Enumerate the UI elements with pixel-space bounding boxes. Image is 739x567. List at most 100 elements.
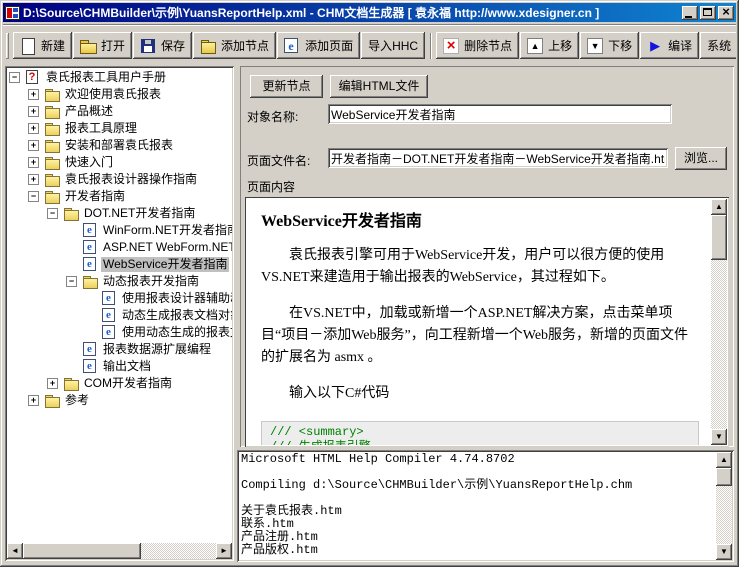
help-book-icon: ? <box>26 70 38 84</box>
tree-item[interactable]: + COM开发者指南 <box>7 375 232 392</box>
tree-item[interactable]: + 安装和部署袁氏报表 <box>7 137 232 154</box>
tree-item-label[interactable]: WinForm.NET开发者指南 <box>101 223 232 238</box>
tree-item-label[interactable]: 动态报表开发指南 <box>101 274 201 289</box>
tree-item[interactable]: + 快速入门 <box>7 154 232 171</box>
toolbar-button-add-node[interactable]: 添加节点 <box>193 32 276 59</box>
toolbar-button-import-hhc[interactable]: 导入HHC <box>361 32 425 59</box>
toolbar-button-new[interactable]: 新建 <box>13 32 72 59</box>
tree-item-label[interactable]: 快速入门 <box>63 155 115 170</box>
expand-plus-icon[interactable]: + <box>28 174 39 185</box>
edit-html-button[interactable]: 编辑HTML文件 <box>330 75 428 98</box>
tree-item[interactable]: + 参考 <box>7 392 232 409</box>
scrollbar-thumb[interactable] <box>711 215 727 260</box>
browse-button[interactable]: 浏览... <box>675 147 727 170</box>
folder-icon <box>45 155 61 170</box>
tree-item-label[interactable]: 产品概述 <box>63 104 115 119</box>
tree-item[interactable]: e使用动态生成的报表文档 <box>7 324 232 341</box>
tree-item-label[interactable]: 欢迎使用袁氏报表 <box>63 87 163 102</box>
html-page-icon: e <box>83 257 96 271</box>
content-vertical-scrollbar[interactable]: ▲ ▼ <box>711 199 727 445</box>
expand-plus-icon[interactable]: + <box>28 395 39 406</box>
tree-item-label[interactable]: DOT.NET开发者指南 <box>82 206 197 221</box>
up-arrow-icon: ▲ <box>527 38 543 54</box>
folder-icon <box>45 138 61 153</box>
tree-item-label[interactable]: 袁氏报表设计器操作指南 <box>63 172 199 187</box>
tree-item-label[interactable]: 动态生成报表文档对象 <box>120 308 232 323</box>
scroll-up-icon[interactable]: ▲ <box>716 452 732 468</box>
tree-item-label[interactable]: 输出文档 <box>101 359 153 374</box>
toolbar-button-save[interactable]: 保存 <box>133 32 192 59</box>
tree-item[interactable]: + 欢迎使用袁氏报表 <box>7 86 232 103</box>
tree-item[interactable]: eWinForm.NET开发者指南 <box>7 222 232 239</box>
scrollbar-thumb[interactable] <box>716 468 732 486</box>
scroll-left-icon[interactable]: ◄ <box>7 543 23 559</box>
tree-item[interactable]: − DOT.NET开发者指南 <box>7 205 232 222</box>
toolbar-button-compile[interactable]: ▶编译 <box>640 32 699 59</box>
collapse-minus-icon[interactable]: − <box>28 191 39 202</box>
expand-plus-icon[interactable]: + <box>47 378 58 389</box>
tree-item[interactable]: e WebService开发者指南 <box>7 256 232 273</box>
content-code-block: /// <summary> /// 生成报表引擎 <box>261 421 699 445</box>
tree-item-label[interactable]: 安装和部署袁氏报表 <box>63 138 175 153</box>
page-file-input[interactable] <box>328 148 668 168</box>
scroll-down-icon[interactable]: ▼ <box>711 429 727 445</box>
tree-item[interactable]: + 报表工具原理 <box>7 120 232 137</box>
expand-plus-icon[interactable]: + <box>28 140 39 151</box>
tree-horizontal-scrollbar[interactable]: ◄ ► <box>7 543 232 559</box>
expand-plus-icon[interactable]: + <box>28 89 39 100</box>
toolbar-button-label: 新建 <box>41 37 65 54</box>
object-name-input[interactable] <box>328 104 672 124</box>
toolbar-button-system[interactable]: 系统 <box>700 32 736 59</box>
tree-item[interactable]: − 动态报表开发指南 <box>7 273 232 290</box>
tree-item[interactable]: + 袁氏报表设计器操作指南 <box>7 171 232 188</box>
collapse-minus-icon[interactable]: − <box>66 276 77 287</box>
expand-plus-icon[interactable]: + <box>28 123 39 134</box>
collapse-minus-icon[interactable]: − <box>47 208 58 219</box>
tree-item[interactable]: eASP.NET WebForm.NET 开发 <box>7 239 232 256</box>
toolbar-button-move-up[interactable]: ▲上移 <box>520 32 579 59</box>
toolbar-button-delete-node[interactable]: ×删除节点 <box>436 32 519 59</box>
tree-item-label[interactable]: WebService开发者指南 <box>101 257 229 272</box>
tree-item[interactable]: + 产品概述 <box>7 103 232 120</box>
scroll-right-icon[interactable]: ► <box>216 543 232 559</box>
folder-icon <box>45 121 61 136</box>
tree-item[interactable]: e输出文档 <box>7 358 232 375</box>
toolbar-button-open[interactable]: 打开 <box>73 32 132 59</box>
tree-item-label[interactable]: 袁氏报表工具用户手册 <box>44 70 168 85</box>
log-vertical-scrollbar[interactable]: ▲ ▼ <box>716 452 732 560</box>
tree-item-label[interactable]: 报表数据源扩展编程 <box>101 342 213 357</box>
tree-item-label[interactable]: 报表工具原理 <box>63 121 139 136</box>
tree-item-label[interactable]: 参考 <box>63 393 91 408</box>
tree-item[interactable]: − 开发者指南 <box>7 188 232 205</box>
scroll-up-icon[interactable]: ▲ <box>711 199 727 215</box>
toolbar-button-label: 添加页面 <box>305 37 353 54</box>
down-arrow-icon: ▼ <box>587 38 603 54</box>
tree-item-label[interactable]: ASP.NET WebForm.NET 开发 <box>101 240 232 255</box>
tree-item-label[interactable]: 使用动态生成的报表文档 <box>120 325 232 340</box>
tree-item[interactable]: −? 袁氏报表工具用户手册 <box>7 69 232 86</box>
maximize-button[interactable] <box>700 6 716 20</box>
tree-item-label[interactable]: COM开发者指南 <box>82 376 174 391</box>
tree-item[interactable]: e动态生成报表文档对象 <box>7 307 232 324</box>
page-content-body: WebService开发者指南 袁氏报表引擎可用于WebService开发，用户… <box>247 199 711 445</box>
app-window: D:\Source\CHMBuilder\示例\YuansReportHelp.… <box>0 0 739 567</box>
expand-plus-icon[interactable]: + <box>28 157 39 168</box>
tree-item-label[interactable]: 开发者指南 <box>63 189 127 204</box>
toolbar-gripper[interactable] <box>6 33 9 59</box>
scroll-down-icon[interactable]: ▼ <box>716 544 732 560</box>
toolbar-button-add-page[interactable]: e添加页面 <box>277 32 360 59</box>
toolbar-button-move-down[interactable]: ▼下移 <box>580 32 639 59</box>
scrollbar-thumb[interactable] <box>23 543 141 559</box>
app-icon <box>5 6 20 20</box>
update-node-button[interactable]: 更新节点 <box>250 75 323 98</box>
tree-item[interactable]: e报表数据源扩展编程 <box>7 341 232 358</box>
close-button[interactable]: × <box>718 6 734 20</box>
content-paragraph: 袁氏报表引擎可用于WebService开发，用户可以很方便的使用VS.NET来建… <box>261 245 699 289</box>
expand-plus-icon[interactable]: + <box>28 106 39 117</box>
minimize-button[interactable] <box>682 6 698 20</box>
tree-item[interactable]: e使用报表设计器辅助动 <box>7 290 232 307</box>
collapse-minus-icon[interactable]: − <box>9 72 20 83</box>
toolbar-button-label: 保存 <box>161 37 185 54</box>
toc-tree: −? 袁氏报表工具用户手册 + 欢迎使用袁氏报表 + 产品概述 + 报表工具原理 + 安装和部署袁… <box>7 69 232 543</box>
tree-item-label[interactable]: 使用报表设计器辅助动 <box>120 291 232 306</box>
